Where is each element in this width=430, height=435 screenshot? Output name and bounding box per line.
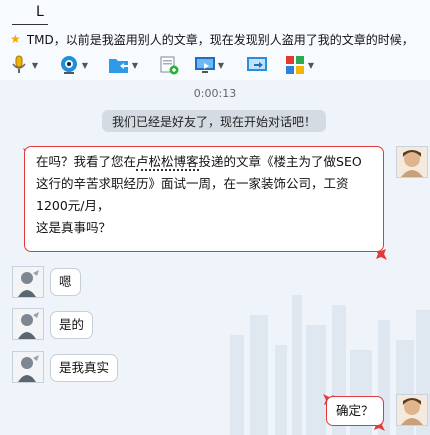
send-file-button[interactable]: ▼ [108,54,140,76]
friend-added-notice: 我们已经是好友了，现在开始对话吧！ [102,110,326,132]
invite-button[interactable] [158,54,180,76]
contact-avatar[interactable] [12,266,44,298]
blog-link[interactable]: 卢松松博客 [136,154,199,171]
window-header: L ★ TMD，以前是我盗用别人的文章，现在发现别人盗用了我的文章的时候， [0,0,430,50]
voice-call-button[interactable]: ▼ [8,54,40,76]
share-screen-icon [246,54,268,76]
webcam-icon [58,54,80,76]
message-bubble[interactable]: 是的 [50,311,94,339]
message-bubble[interactable]: 嗯 [50,268,81,296]
remote-assist-icon [194,54,216,76]
message-line: 1200元/月， [36,198,110,213]
share-screen-button[interactable] [246,54,268,76]
chevron-down-icon[interactable]: ▼ [80,54,90,76]
apps-icon [284,54,306,76]
chat-toolbar: ▼ ▼ ▼ ▼ ▼ [0,50,430,81]
remote-assist-button[interactable]: ▼ [194,54,226,76]
contact-signature: TMD，以前是我盗用别人的文章，现在发现别人盗用了我的文章的时候， [26,32,414,47]
self-avatar[interactable] [396,394,428,426]
contact-avatar[interactable] [12,351,44,383]
microphone-icon [8,54,30,76]
chevron-down-icon[interactable]: ▼ [30,54,40,76]
video-call-button[interactable]: ▼ [58,54,90,76]
message-bubble[interactable]: 是我真实 [50,354,119,382]
send-file-icon [108,54,130,76]
message-line: 这行的辛苦求职经历》面试一周，在一家装饰公司，工资 [36,176,349,191]
message-line: 在吗？我看了您在卢松松博客投递的文章《楼主为了做SEO [36,151,383,173]
self-avatar[interactable] [396,146,428,178]
chevron-down-icon[interactable]: ▼ [130,54,140,76]
chat-history[interactable]: 0:00:13 我们已经是好友了，现在开始对话吧！ 在吗？我看了您在卢松松博客投… [0,80,430,435]
invite-icon [158,54,180,76]
chevron-down-icon[interactable]: ▼ [216,54,226,76]
message-text: 投递的文章《楼主为了做SEO [198,154,362,169]
star-icon: ★ [10,32,21,46]
contact-avatar[interactable] [12,308,44,340]
message-line: 这是真事吗？ [36,220,112,235]
apps-button[interactable]: ▼ [284,54,316,76]
contact-name[interactable]: L [36,4,44,20]
message-bubble[interactable]: 确定？ [326,396,384,426]
chevron-down-icon[interactable]: ▼ [306,54,316,76]
signature-row: ★ TMD，以前是我盗用别人的文章，现在发现别人盗用了我的文章的时候， [10,31,428,47]
chat-timestamp: 0:00:13 [193,87,237,100]
message-text: 在吗？我看了您在 [36,154,137,169]
message-bubble[interactable]: 在吗？我看了您在卢松松博客投递的文章《楼主为了做SEO 这行的辛苦求职经历》面试… [24,146,384,252]
